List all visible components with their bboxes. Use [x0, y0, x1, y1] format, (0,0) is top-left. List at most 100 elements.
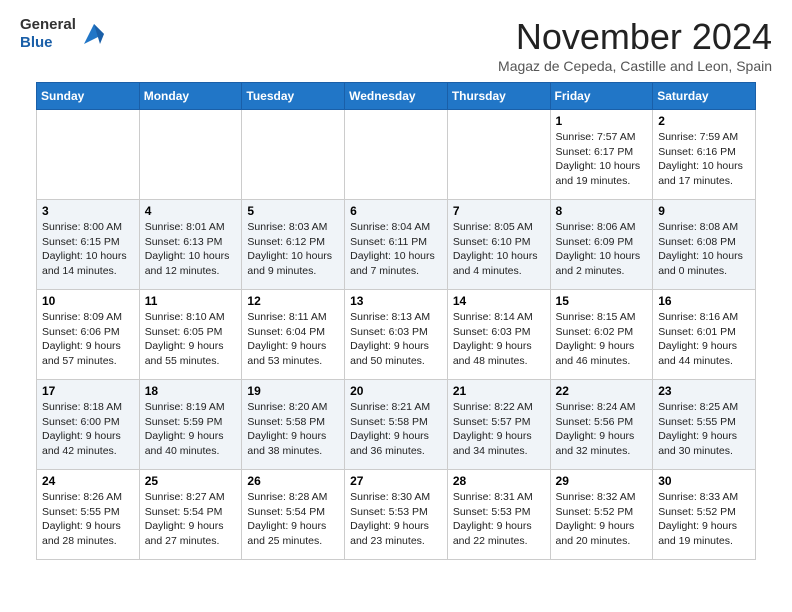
calendar-cell: 27 Sunrise: 8:30 AM Sunset: 5:53 PM Dayli… [345, 470, 448, 560]
day-number: 29 [556, 474, 648, 488]
day-info: Sunrise: 8:09 AM Sunset: 6:06 PM Dayligh… [42, 310, 134, 369]
calendar-cell: 15 Sunrise: 8:15 AM Sunset: 6:02 PM Dayli… [550, 290, 653, 380]
calendar-wrapper: SundayMondayTuesdayWednesdayThursdayFrid… [0, 82, 792, 576]
day-number: 7 [453, 204, 545, 218]
day-number: 27 [350, 474, 442, 488]
calendar-header-row: SundayMondayTuesdayWednesdayThursdayFrid… [37, 83, 756, 110]
day-info: Sunrise: 8:26 AM Sunset: 5:55 PM Dayligh… [42, 490, 134, 549]
day-number: 1 [556, 114, 648, 128]
day-number: 4 [145, 204, 237, 218]
calendar-cell: 5 Sunrise: 8:03 AM Sunset: 6:12 PM Daylig… [242, 200, 345, 290]
day-info: Sunrise: 8:20 AM Sunset: 5:58 PM Dayligh… [247, 400, 339, 459]
day-number: 17 [42, 384, 134, 398]
day-number: 30 [658, 474, 750, 488]
day-number: 12 [247, 294, 339, 308]
day-info: Sunrise: 7:57 AM Sunset: 6:17 PM Dayligh… [556, 130, 648, 189]
calendar-cell: 6 Sunrise: 8:04 AM Sunset: 6:11 PM Daylig… [345, 200, 448, 290]
day-info: Sunrise: 7:59 AM Sunset: 6:16 PM Dayligh… [658, 130, 750, 189]
weekday-header-monday: Monday [139, 83, 242, 110]
day-info: Sunrise: 8:30 AM Sunset: 5:53 PM Dayligh… [350, 490, 442, 549]
day-number: 23 [658, 384, 750, 398]
calendar-cell [345, 110, 448, 200]
calendar-week-row: 17 Sunrise: 8:18 AM Sunset: 6:00 PM Dayli… [37, 380, 756, 470]
calendar-cell: 7 Sunrise: 8:05 AM Sunset: 6:10 PM Daylig… [447, 200, 550, 290]
calendar-cell: 23 Sunrise: 8:25 AM Sunset: 5:55 PM Dayli… [653, 380, 756, 470]
day-number: 16 [658, 294, 750, 308]
day-info: Sunrise: 8:21 AM Sunset: 5:58 PM Dayligh… [350, 400, 442, 459]
day-info: Sunrise: 8:22 AM Sunset: 5:57 PM Dayligh… [453, 400, 545, 459]
calendar-cell: 11 Sunrise: 8:10 AM Sunset: 6:05 PM Dayli… [139, 290, 242, 380]
calendar-week-row: 3Sunrise: 8:00 AM Sunset: 6:15 PM Daylig… [37, 200, 756, 290]
day-number: 18 [145, 384, 237, 398]
day-info: Sunrise: 8:10 AM Sunset: 6:05 PM Dayligh… [145, 310, 237, 369]
calendar-cell: 26Sunrise: 8:28 AM Sunset: 5:54 PM Dayli… [242, 470, 345, 560]
day-number: 20 [350, 384, 442, 398]
day-info: Sunrise: 8:18 AM Sunset: 6:00 PM Dayligh… [42, 400, 134, 459]
calendar-cell [139, 110, 242, 200]
logo-blue: Blue [20, 34, 76, 52]
calendar-cell: 1 Sunrise: 7:57 AM Sunset: 6:17 PM Daylig… [550, 110, 653, 200]
calendar-cell: 28Sunrise: 8:31 AM Sunset: 5:53 PM Dayli… [447, 470, 550, 560]
calendar-cell: 13 Sunrise: 8:13 AM Sunset: 6:03 PM Dayli… [345, 290, 448, 380]
day-info: Sunrise: 8:00 AM Sunset: 6:15 PM Dayligh… [42, 220, 134, 279]
calendar-cell: 12 Sunrise: 8:11 AM Sunset: 6:04 PM Dayli… [242, 290, 345, 380]
day-number: 9 [658, 204, 750, 218]
calendar-cell: 30 Sunrise: 8:33 AM Sunset: 5:52 PM Dayli… [653, 470, 756, 560]
day-number: 14 [453, 294, 545, 308]
location-subtitle: Magaz de Cepeda, Castille and Leon, Spai… [498, 58, 772, 74]
calendar-cell [37, 110, 140, 200]
calendar-cell: 20 Sunrise: 8:21 AM Sunset: 5:58 PM Dayli… [345, 380, 448, 470]
weekday-header-thursday: Thursday [447, 83, 550, 110]
logo: General Blue [20, 16, 108, 52]
calendar-cell: 17 Sunrise: 8:18 AM Sunset: 6:00 PM Dayli… [37, 380, 140, 470]
calendar-cell: 22Sunrise: 8:24 AM Sunset: 5:56 PM Dayli… [550, 380, 653, 470]
calendar-cell: 24 Sunrise: 8:26 AM Sunset: 5:55 PM Dayli… [37, 470, 140, 560]
day-info: Sunrise: 8:31 AM Sunset: 5:53 PM Dayligh… [453, 490, 545, 549]
calendar-cell: 4Sunrise: 8:01 AM Sunset: 6:13 PM Daylig… [139, 200, 242, 290]
calendar-cell: 25Sunrise: 8:27 AM Sunset: 5:54 PM Dayli… [139, 470, 242, 560]
calendar-cell [447, 110, 550, 200]
calendar-cell: 18 Sunrise: 8:19 AM Sunset: 5:59 PM Dayli… [139, 380, 242, 470]
day-info: Sunrise: 8:05 AM Sunset: 6:10 PM Dayligh… [453, 220, 545, 279]
weekday-header-saturday: Saturday [653, 83, 756, 110]
day-info: Sunrise: 8:13 AM Sunset: 6:03 PM Dayligh… [350, 310, 442, 369]
day-number: 11 [145, 294, 237, 308]
day-number: 19 [247, 384, 339, 398]
day-info: Sunrise: 8:15 AM Sunset: 6:02 PM Dayligh… [556, 310, 648, 369]
day-number: 13 [350, 294, 442, 308]
day-info: Sunrise: 8:27 AM Sunset: 5:54 PM Dayligh… [145, 490, 237, 549]
calendar-cell: 19 Sunrise: 8:20 AM Sunset: 5:58 PM Dayli… [242, 380, 345, 470]
logo-icon [80, 20, 108, 48]
calendar-cell: 29Sunrise: 8:32 AM Sunset: 5:52 PM Dayli… [550, 470, 653, 560]
day-info: Sunrise: 8:11 AM Sunset: 6:04 PM Dayligh… [247, 310, 339, 369]
calendar-cell [242, 110, 345, 200]
calendar-week-row: 24 Sunrise: 8:26 AM Sunset: 5:55 PM Dayli… [37, 470, 756, 560]
day-number: 15 [556, 294, 648, 308]
day-info: Sunrise: 8:03 AM Sunset: 6:12 PM Dayligh… [247, 220, 339, 279]
logo-general: General [20, 16, 76, 34]
day-info: Sunrise: 8:19 AM Sunset: 5:59 PM Dayligh… [145, 400, 237, 459]
header: General Blue November 2024 Magaz de Cepe… [0, 0, 792, 82]
day-number: 24 [42, 474, 134, 488]
day-number: 6 [350, 204, 442, 218]
day-info: Sunrise: 8:04 AM Sunset: 6:11 PM Dayligh… [350, 220, 442, 279]
weekday-header-tuesday: Tuesday [242, 83, 345, 110]
day-info: Sunrise: 8:24 AM Sunset: 5:56 PM Dayligh… [556, 400, 648, 459]
day-info: Sunrise: 8:25 AM Sunset: 5:55 PM Dayligh… [658, 400, 750, 459]
day-info: Sunrise: 8:33 AM Sunset: 5:52 PM Dayligh… [658, 490, 750, 549]
calendar-cell: 9 Sunrise: 8:08 AM Sunset: 6:08 PM Daylig… [653, 200, 756, 290]
weekday-header-sunday: Sunday [37, 83, 140, 110]
title-block: November 2024 Magaz de Cepeda, Castille … [498, 16, 772, 74]
calendar-week-row: 10Sunrise: 8:09 AM Sunset: 6:06 PM Dayli… [37, 290, 756, 380]
day-info: Sunrise: 8:14 AM Sunset: 6:03 PM Dayligh… [453, 310, 545, 369]
day-number: 5 [247, 204, 339, 218]
calendar-table: SundayMondayTuesdayWednesdayThursdayFrid… [36, 82, 756, 560]
day-info: Sunrise: 8:28 AM Sunset: 5:54 PM Dayligh… [247, 490, 339, 549]
calendar-cell: 14 Sunrise: 8:14 AM Sunset: 6:03 PM Dayli… [447, 290, 550, 380]
day-info: Sunrise: 8:08 AM Sunset: 6:08 PM Dayligh… [658, 220, 750, 279]
day-number: 2 [658, 114, 750, 128]
day-number: 8 [556, 204, 648, 218]
calendar-cell: 8Sunrise: 8:06 AM Sunset: 6:09 PM Daylig… [550, 200, 653, 290]
weekday-header-friday: Friday [550, 83, 653, 110]
calendar-cell: 10Sunrise: 8:09 AM Sunset: 6:06 PM Dayli… [37, 290, 140, 380]
